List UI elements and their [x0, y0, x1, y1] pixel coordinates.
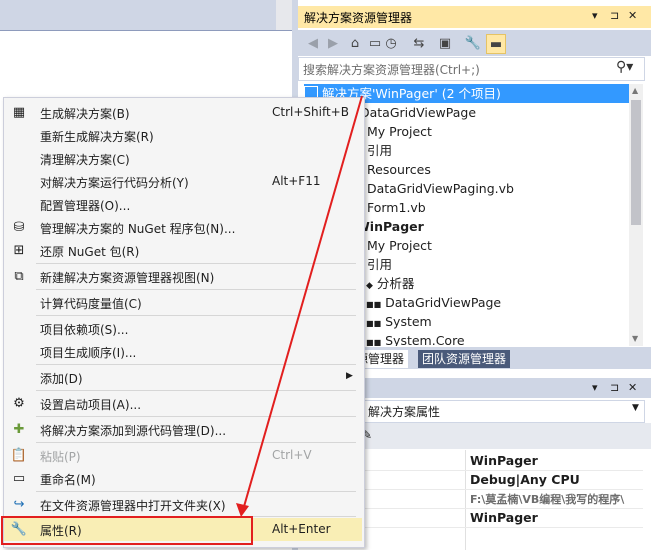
annotation-arrow [236, 95, 363, 517]
